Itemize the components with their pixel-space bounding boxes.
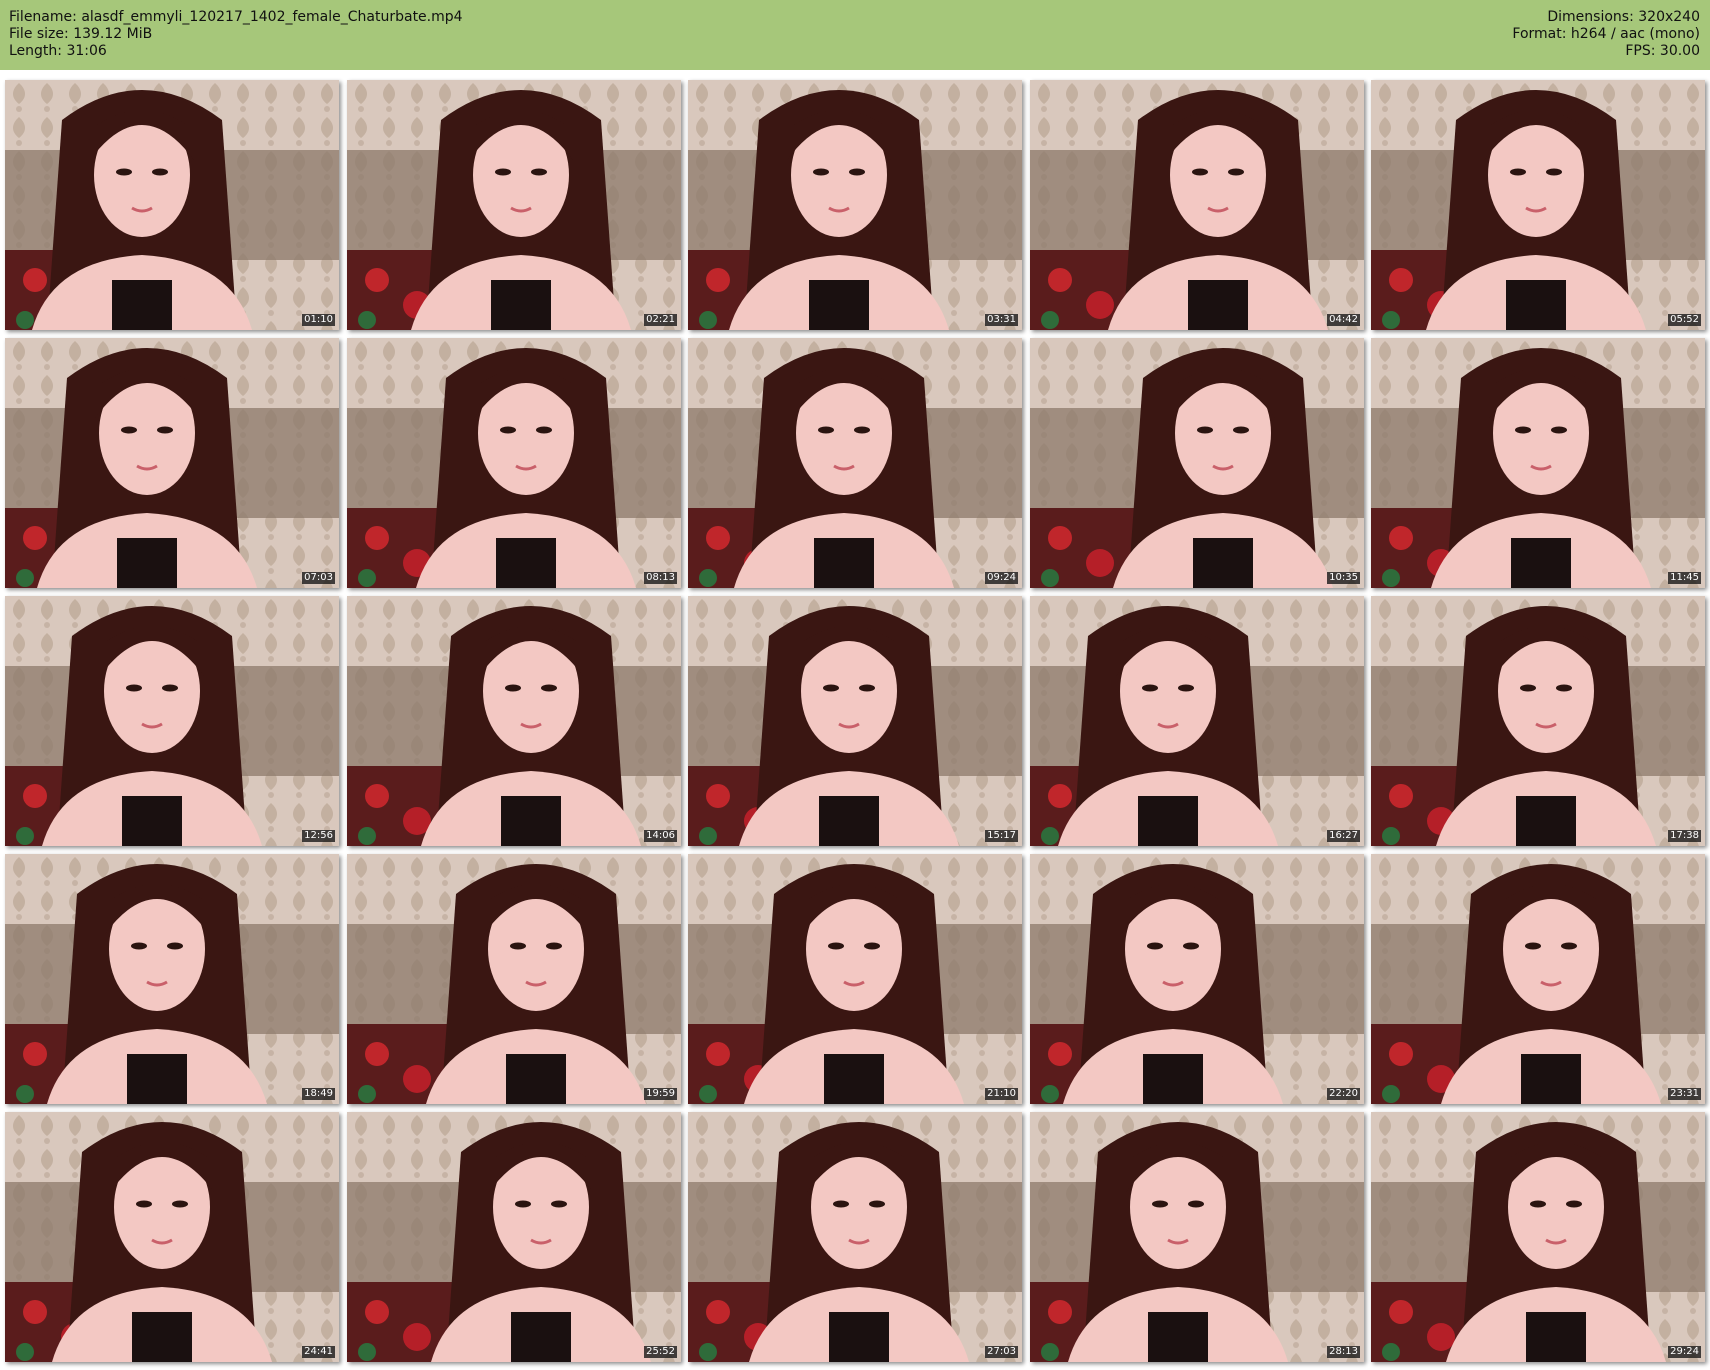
dimensions-line: Dimensions: 320x240 (1512, 9, 1700, 26)
dimensions-value: 320x240 (1638, 9, 1700, 25)
thumbnail-timestamp: 03:31 (985, 314, 1018, 326)
thumbnail-frame: 18:49 (5, 854, 339, 1104)
file-info-left: Filename: alasdf_emmyli_120217_1402_fema… (9, 9, 463, 60)
thumbnail-frame: 25:52 (347, 1112, 681, 1362)
thumbnail-frame: 01:10 (5, 80, 339, 330)
thumbnail-timestamp: 01:10 (302, 314, 335, 326)
thumbnail-frame: 10:35 (1030, 338, 1364, 588)
video-frame-image (1371, 80, 1705, 330)
video-frame-image (1371, 1112, 1705, 1362)
fps-value: 30.00 (1659, 43, 1700, 59)
length-line: Length: 31:06 (9, 43, 463, 60)
thumbnail-timestamp: 05:52 (1668, 314, 1701, 326)
thumbnail-timestamp: 15:17 (985, 830, 1018, 842)
filename-line: Filename: alasdf_emmyli_120217_1402_fema… (9, 9, 463, 26)
video-frame-image (1371, 596, 1705, 846)
thumbnail-timestamp: 07:03 (302, 572, 335, 584)
thumbnail-frame: 11:45 (1371, 338, 1705, 588)
thumbnail-timestamp: 23:31 (1668, 1088, 1701, 1100)
video-frame-image (5, 854, 339, 1104)
format-value: h264 / aac (mono) (1570, 26, 1700, 42)
video-frame-image (347, 338, 681, 588)
video-frame-image (1371, 338, 1705, 588)
video-frame-image (1030, 596, 1364, 846)
fps-label: FPS: (1625, 43, 1656, 59)
video-frame-image (688, 338, 1022, 588)
thumbnail-timestamp: 24:41 (302, 1346, 335, 1358)
thumbnail-timestamp: 19:59 (644, 1088, 677, 1100)
thumbnail-frame: 16:27 (1030, 596, 1364, 846)
thumbnail-timestamp: 10:35 (1327, 572, 1360, 584)
video-frame-image (347, 1112, 681, 1362)
thumbnail-frame: 29:24 (1371, 1112, 1705, 1362)
thumbnail-timestamp: 28:13 (1327, 1346, 1360, 1358)
format-label: Format: (1512, 26, 1567, 42)
thumbnail-frame: 28:13 (1030, 1112, 1364, 1362)
format-line: Format: h264 / aac (mono) (1512, 26, 1700, 43)
video-frame-image (347, 80, 681, 330)
thumbnail-frame: 12:56 (5, 596, 339, 846)
video-frame-image (688, 1112, 1022, 1362)
video-frame-image (1030, 854, 1364, 1104)
thumbnail-frame: 27:03 (688, 1112, 1022, 1362)
thumbnail-frame: 24:41 (5, 1112, 339, 1362)
thumbnail-frame: 05:52 (1371, 80, 1705, 330)
video-frame-image (5, 596, 339, 846)
video-frame-image (688, 854, 1022, 1104)
thumbnail-frame: 14:06 (347, 596, 681, 846)
filesize-label: File size: (9, 26, 69, 42)
video-frame-image (5, 80, 339, 330)
thumbnail-frame: 21:10 (688, 854, 1022, 1104)
video-frame-image (688, 80, 1022, 330)
video-frame-image (1030, 80, 1364, 330)
thumbnail-timestamp: 21:10 (985, 1088, 1018, 1100)
fps-line: FPS: 30.00 (1512, 43, 1700, 60)
thumbnail-frame: 19:59 (347, 854, 681, 1104)
video-frame-image (347, 854, 681, 1104)
thumbnail-frame: 08:13 (347, 338, 681, 588)
thumbnail-timestamp: 22:20 (1327, 1088, 1360, 1100)
thumbnail-timestamp: 02:21 (644, 314, 677, 326)
video-frame-image (688, 596, 1022, 846)
thumbnail-frame: 23:31 (1371, 854, 1705, 1104)
video-frame-image (1030, 1112, 1364, 1362)
thumbnail-timestamp: 16:27 (1327, 830, 1360, 842)
thumbnail-grid: 01:10 02:21 03:31 04:42 05:52 07:03 08:13 09:24… (5, 80, 1705, 1365)
filename-value: alasdf_emmyli_120217_1402_female_Chaturb… (81, 9, 463, 25)
thumbnail-timestamp: 14:06 (644, 830, 677, 842)
length-label: Length: (9, 43, 63, 59)
thumbnail-timestamp: 18:49 (302, 1088, 335, 1100)
thumbnail-frame: 07:03 (5, 338, 339, 588)
length-value: 31:06 (66, 43, 107, 59)
thumbnail-frame: 02:21 (347, 80, 681, 330)
thumbnail-timestamp: 27:03 (985, 1346, 1018, 1358)
thumbnail-frame: 15:17 (688, 596, 1022, 846)
thumbnail-timestamp: 17:38 (1668, 830, 1701, 842)
video-frame-image (347, 596, 681, 846)
thumbnail-timestamp: 09:24 (985, 572, 1018, 584)
thumbnail-timestamp: 04:42 (1327, 314, 1360, 326)
filesize-line: File size: 139.12 MiB (9, 26, 463, 43)
info-header: Filename: alasdf_emmyli_120217_1402_fema… (0, 0, 1710, 70)
thumbnail-timestamp: 12:56 (302, 830, 335, 842)
file-info-right: Dimensions: 320x240 Format: h264 / aac (… (1512, 9, 1700, 60)
thumbnail-frame: 03:31 (688, 80, 1022, 330)
thumbnail-frame: 04:42 (1030, 80, 1364, 330)
video-frame-image (1030, 338, 1364, 588)
video-frame-image (5, 338, 339, 588)
thumbnail-timestamp: 25:52 (644, 1346, 677, 1358)
thumbnail-frame: 17:38 (1371, 596, 1705, 846)
video-frame-image (1371, 854, 1705, 1104)
thumbnail-frame: 22:20 (1030, 854, 1364, 1104)
filesize-value: 139.12 MiB (73, 26, 153, 42)
thumbnail-timestamp: 29:24 (1668, 1346, 1701, 1358)
dimensions-label: Dimensions: (1547, 9, 1634, 25)
thumbnail-timestamp: 08:13 (644, 572, 677, 584)
filename-label: Filename: (9, 9, 77, 25)
thumbnail-frame: 09:24 (688, 338, 1022, 588)
thumbnail-timestamp: 11:45 (1668, 572, 1701, 584)
video-frame-image (5, 1112, 339, 1362)
